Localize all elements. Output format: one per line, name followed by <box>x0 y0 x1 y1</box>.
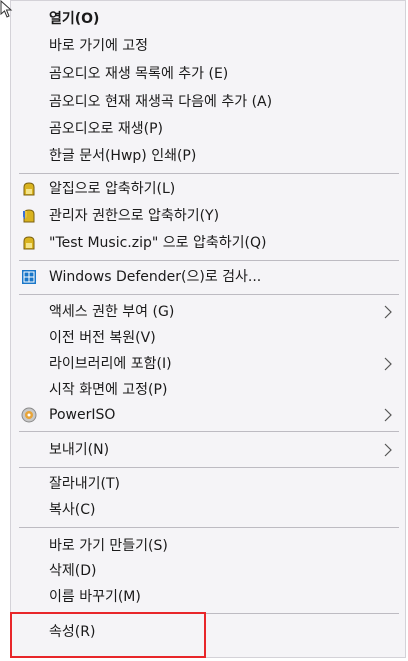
chevron-right-icon <box>381 357 395 371</box>
windows-defender-icon <box>21 269 37 285</box>
menu-item-pin-to-start[interactable]: 시작 화면에 고정(P) <box>11 377 405 403</box>
menu-item-cut[interactable]: 잘라내기(T) <box>11 471 405 497</box>
menu-item-label: 바로 가기 만들기(S) <box>49 538 168 554</box>
menu-item-label: 삭제(D) <box>49 563 97 579</box>
menu-item-label: 관리자 권한으로 압축하기(Y) <box>49 208 220 224</box>
menu-item-create-shortcut[interactable]: 바로 가기 만들기(S) <box>11 533 405 559</box>
menu-separator <box>19 294 399 295</box>
menu-item-label: 이름 바꾸기(M) <box>49 589 141 605</box>
menu-item-label: 알집으로 압축하기(L) <box>49 181 176 197</box>
menu-separator <box>19 467 399 468</box>
menu-item-label: 라이브러리에 포함(I) <box>49 356 172 372</box>
menu-item-label: 곰오디오 재생 목록에 추가 (E) <box>49 66 229 82</box>
menu-separator <box>19 527 399 528</box>
menu-item-label: 잘라내기(T) <box>49 476 120 492</box>
menu-item-alzip-compress-to-zip[interactable]: "Test Music.zip" 으로 압축하기(Q) <box>11 230 405 256</box>
menu-item-label: 바로 가기에 고정 <box>49 38 149 54</box>
poweriso-icon <box>21 407 37 423</box>
menu-item-label: 시작 화면에 고정(P) <box>49 382 168 398</box>
chevron-right-icon <box>381 305 395 319</box>
menu-item-poweriso[interactable]: PowerISO <box>11 402 405 428</box>
alzip-admin-icon <box>21 208 37 224</box>
menu-item-hwp-print[interactable]: 한글 문서(Hwp) 인쇄(P) <box>11 143 405 169</box>
menu-item-label: 보내기(N) <box>49 442 110 458</box>
menu-item-label: 열기(O) <box>49 11 100 27</box>
menu-item-alzip-admin-compress[interactable]: 관리자 권한으로 압축하기(Y) <box>11 203 405 229</box>
menu-item-label: "Test Music.zip" 으로 압축하기(Q) <box>49 235 267 251</box>
menu-item-label: PowerISO <box>49 407 116 423</box>
highlight-box <box>10 612 206 658</box>
context-menu: 열기(O) 바로 가기에 고정 곰오디오 재생 목록에 추가 (E) 곰오디오 … <box>10 0 406 658</box>
menu-item-label: Windows Defender(으)로 검사... <box>49 269 262 285</box>
alzip-icon <box>21 181 37 197</box>
menu-item-label: 곰오디오로 재생(P) <box>49 121 163 137</box>
menu-item-label: 한글 문서(Hwp) 인쇄(P) <box>49 148 197 164</box>
menu-item-label: 복사(C) <box>49 502 96 518</box>
chevron-right-icon <box>381 443 395 457</box>
menu-item-gomaudio-add-next[interactable]: 곰오디오 현재 재생곡 다음에 추가 (A) <box>11 89 405 115</box>
menu-item-label: 액세스 권한 부여 (G) <box>49 304 175 320</box>
menu-item-send-to[interactable]: 보내기(N) <box>11 437 405 463</box>
menu-separator <box>19 260 399 261</box>
mouse-cursor-icon <box>0 0 14 18</box>
menu-item-copy[interactable]: 복사(C) <box>11 497 405 523</box>
menu-separator <box>19 431 399 432</box>
menu-item-gomaudio-add-playlist[interactable]: 곰오디오 재생 목록에 추가 (E) <box>11 61 405 87</box>
menu-item-restore-previous-versions[interactable]: 이전 버전 복원(V) <box>11 325 405 351</box>
menu-item-open[interactable]: 열기(O) <box>11 6 405 32</box>
menu-item-include-in-library[interactable]: 라이브러리에 포함(I) <box>11 351 405 377</box>
menu-item-alzip-compress[interactable]: 알집으로 압축하기(L) <box>11 176 405 202</box>
menu-item-pin-to-quick-access[interactable]: 바로 가기에 고정 <box>11 33 405 59</box>
chevron-right-icon <box>381 408 395 422</box>
menu-item-label: 곰오디오 현재 재생곡 다음에 추가 (A) <box>49 94 273 110</box>
alzip-icon <box>21 235 37 251</box>
menu-item-windows-defender-scan[interactable]: Windows Defender(으)로 검사... <box>11 264 405 290</box>
menu-item-give-access[interactable]: 액세스 권한 부여 (G) <box>11 299 405 325</box>
menu-separator <box>19 173 399 174</box>
menu-item-label: 이전 버전 복원(V) <box>49 330 156 346</box>
menu-item-rename[interactable]: 이름 바꾸기(M) <box>11 584 405 610</box>
menu-item-gomaudio-play[interactable]: 곰오디오로 재생(P) <box>11 116 405 142</box>
menu-item-delete[interactable]: 삭제(D) <box>11 558 405 584</box>
